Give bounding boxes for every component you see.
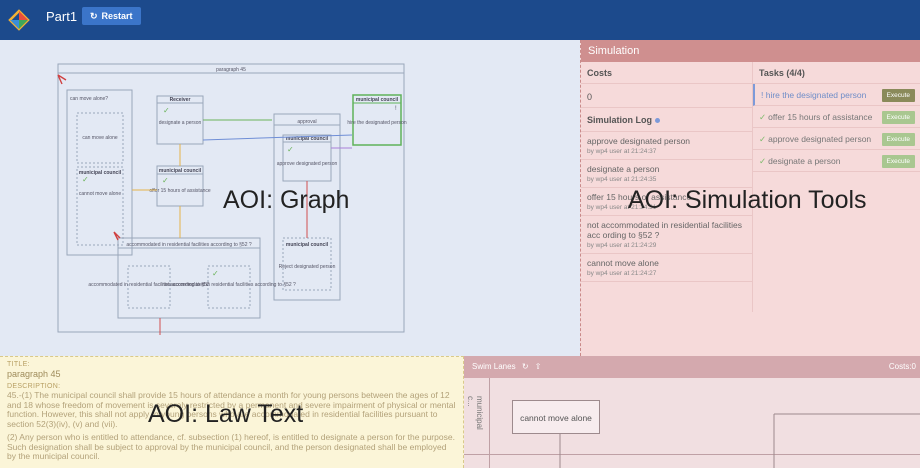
top-bar: Part1 ↻ Restart <box>0 0 920 40</box>
law-description-label: DESCRIPTION: <box>7 383 61 390</box>
check-icon: ✓ <box>162 176 169 185</box>
law-title-label: TITLE: <box>7 361 30 368</box>
task-row[interactable]: ! hire the designated person Execute <box>753 84 920 106</box>
simulation-log-title: Simulation Log <box>581 108 752 132</box>
execute-button[interactable]: Execute <box>881 133 915 146</box>
node-mc5-text: hire the designated person <box>347 120 406 126</box>
check-icon: ✓ <box>212 269 219 278</box>
restart-button[interactable]: ↻ Restart <box>82 7 141 25</box>
task-label: approve designated person <box>768 134 872 144</box>
node-mc4-text: Reject designated person <box>279 264 336 270</box>
accommodated-group[interactable] <box>117 237 261 319</box>
simulation-title: Simulation <box>581 40 920 62</box>
node-mc2-title: municipal council <box>159 168 202 174</box>
aoi-simulation-label: AOI: Simulation Tools <box>628 186 867 214</box>
log-item: cannot move alone by wp4 user at 21:24:2… <box>581 254 752 282</box>
node-not-accommodated-text: not accommodated in residential faciliti… <box>162 282 296 288</box>
task-row[interactable]: ✓ offer 15 hours of assistance Execute <box>753 106 920 128</box>
app-title: Part1 <box>46 9 78 24</box>
node-mc1-text: cannot move alone <box>79 191 121 197</box>
law-title: paragraph 45 <box>7 369 61 379</box>
aoi-law-label: AOI: Law Text <box>148 400 304 428</box>
check-icon: ✓ <box>759 156 767 166</box>
refresh-icon: ↻ <box>90 11 98 21</box>
node-mc5-mark: ! <box>395 106 397 112</box>
execute-button[interactable]: Execute <box>881 89 915 102</box>
diamond-logo-icon <box>8 9 30 31</box>
execute-button[interactable]: Execute <box>881 111 915 124</box>
log-item: not accommodated in residential faciliti… <box>581 216 752 254</box>
group-title-accommodated: accommodated in residential facilities a… <box>126 242 252 248</box>
execute-button[interactable]: Execute <box>881 155 915 168</box>
start-marker <box>113 231 121 241</box>
node-mc2-text: offer 15 hours of assistance <box>149 188 211 194</box>
log-item-text: cannot move alone <box>587 258 659 268</box>
status-dot-icon <box>655 118 660 123</box>
log-item-meta: by wp4 user at 21:24:27 <box>587 270 657 277</box>
log-item: approve designated person by wp4 user at… <box>581 132 752 160</box>
node-receiver-text: designate a person <box>159 120 202 126</box>
task-row[interactable]: ✓ designate a person Execute <box>753 150 920 172</box>
log-item-meta: by wp4 user at 21:24:29 <box>587 242 657 249</box>
task-label: ! hire the designated person <box>761 90 867 100</box>
law-paragraph-2: (2) Any person who is entitled to attend… <box>7 432 455 461</box>
group-title-approval: approval <box>297 119 316 125</box>
check-icon: ✓ <box>759 134 767 144</box>
log-item-meta: by wp4 user at 21:24:37 <box>587 148 657 155</box>
restart-label: Restart <box>101 11 133 21</box>
container-title: paragraph 45 <box>216 67 246 73</box>
log-item-text: designate a person <box>587 164 660 174</box>
check-icon: ✓ <box>82 175 89 184</box>
node-receiver-title: Receiver <box>170 97 191 103</box>
costs-label: Costs <box>581 62 752 84</box>
log-item-meta: by wp4 user at 21:24:35 <box>587 176 657 183</box>
node-can-move-alone-label: can move alone <box>82 135 118 141</box>
check-icon: ✓ <box>163 106 170 115</box>
tasks-title: Tasks (4/4) <box>753 62 920 84</box>
check-icon: ✓ <box>287 145 294 154</box>
simulation-tasks-column: Tasks (4/4) ! hire the designated person… <box>753 62 920 172</box>
log-item-text: approve designated person <box>587 136 691 146</box>
swim-lane-edges <box>559 413 920 468</box>
swim-lanes-panel: Swim Lanes ↻ ⇧ Costs:0 municipal c... ca… <box>464 356 920 468</box>
aoi-graph-label: AOI: Graph <box>223 186 350 214</box>
check-icon: ✓ <box>759 112 767 122</box>
node-mc3-text: approve designated person <box>277 161 338 167</box>
node-mc5-title: municipal council <box>356 97 399 103</box>
group-title-can-move-alone: can move alone? <box>70 96 108 102</box>
task-label: offer 15 hours of assistance <box>768 112 873 122</box>
task-row[interactable]: ✓ approve designated person Execute <box>753 128 920 150</box>
container-start-marker <box>57 74 67 85</box>
costs-value: 0 <box>581 84 752 108</box>
node-mc4-title: municipal council <box>286 242 329 248</box>
edge-blue <box>202 134 353 141</box>
simulation-log-label: Simulation Log <box>587 115 652 125</box>
task-label: designate a person <box>768 156 841 166</box>
log-item-text: not accommodated in residential faciliti… <box>587 220 742 240</box>
log-item: designate a person by wp4 user at 21:24:… <box>581 160 752 188</box>
